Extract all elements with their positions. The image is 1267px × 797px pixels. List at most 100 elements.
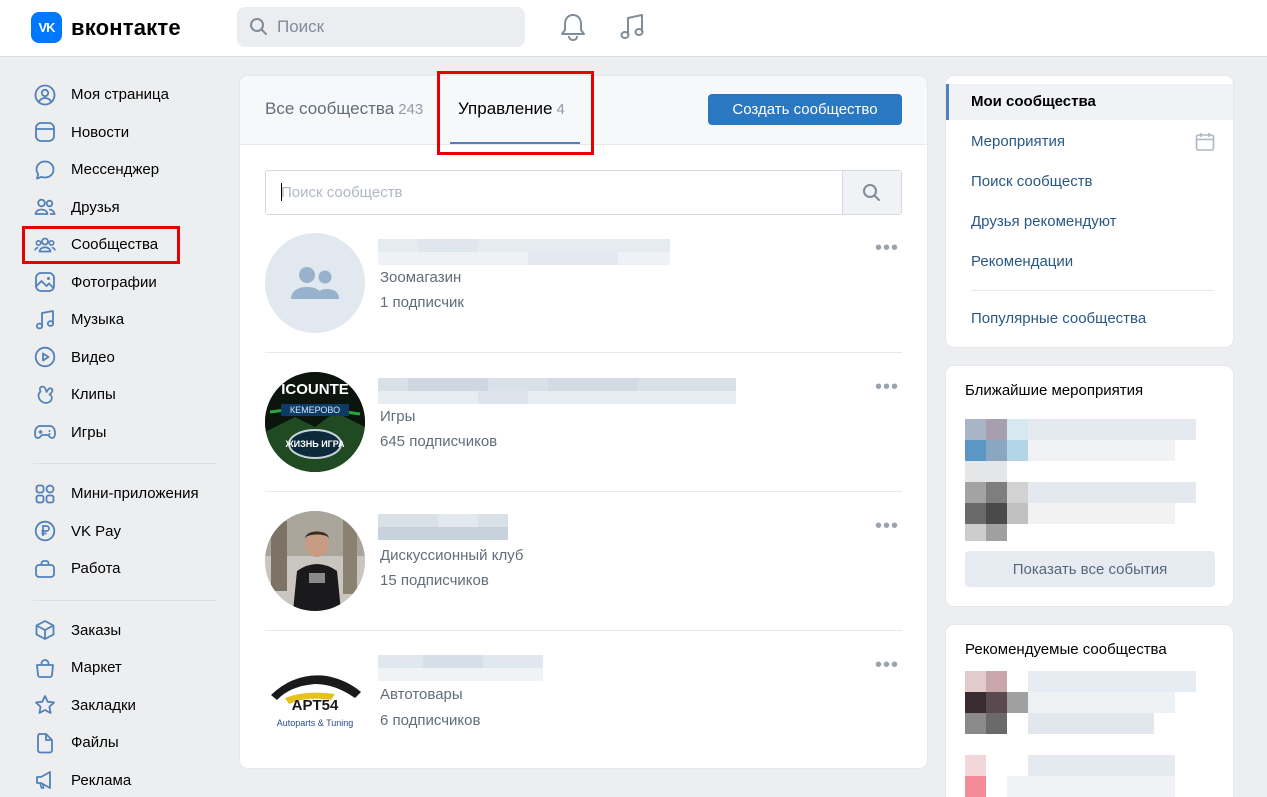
top-bar: VK вконтакте Поиск bbox=[0, 0, 1267, 57]
nav-item-ads[interactable]: Реклама bbox=[23, 762, 223, 797]
nav-label-games: Игры bbox=[71, 423, 107, 441]
community-avatar-discussion[interactable] bbox=[265, 511, 365, 611]
car-logo-icon: APT54 Autoparts & Tuning bbox=[271, 675, 361, 728]
more-actions-icon[interactable]: ••• bbox=[875, 238, 899, 258]
clips-icon bbox=[33, 383, 57, 407]
nav-item-orders[interactable]: Заказы bbox=[23, 612, 223, 650]
file-icon bbox=[33, 731, 57, 755]
tab-all-communities[interactable]: Все сообщества 243 bbox=[265, 99, 423, 119]
side-menu-events[interactable]: Мероприятия bbox=[971, 133, 1065, 150]
newsfeed-icon bbox=[33, 120, 57, 144]
nav-item-games[interactable]: Игры bbox=[23, 414, 223, 452]
photo-icon bbox=[33, 270, 57, 294]
nav-item-work[interactable]: Работа bbox=[23, 550, 223, 588]
nav-label-my-page: Моя страница bbox=[71, 86, 169, 104]
events-list-blurred[interactable] bbox=[965, 419, 1217, 541]
nav-item-video[interactable]: Видео bbox=[23, 339, 223, 377]
vkpay-icon bbox=[33, 519, 57, 543]
nav-item-clips[interactable]: Клипы bbox=[23, 376, 223, 414]
calendar-icon[interactable] bbox=[1195, 132, 1215, 156]
nav-item-files[interactable]: Файлы bbox=[23, 724, 223, 762]
global-search-placeholder: Поиск bbox=[277, 17, 325, 36]
nav-label-music: Музыка bbox=[71, 311, 125, 329]
upcoming-events-title: Ближайшие мероприятия bbox=[965, 382, 1144, 399]
games-logo-bottom-text: ЖИЗНЬ ИГРА bbox=[285, 439, 345, 449]
autoparts-logo-tagline: Autoparts & Tuning bbox=[277, 718, 354, 728]
nav-label-clips: Клипы bbox=[71, 386, 116, 404]
more-actions-icon[interactable]: ••• bbox=[875, 516, 899, 536]
friends-icon bbox=[33, 195, 57, 219]
nav-label-market: Маркет bbox=[71, 659, 122, 677]
nav-item-music[interactable]: Музыка bbox=[23, 301, 223, 339]
row-divider bbox=[265, 491, 902, 492]
nav-label-friends: Друзья bbox=[71, 198, 120, 216]
communities-side-menu: Мои сообщества Мероприятия Поиск сообщес… bbox=[946, 76, 1233, 347]
side-menu-divider bbox=[971, 290, 1214, 291]
nav-label-orders: Заказы bbox=[71, 621, 122, 639]
nav-label-files: Файлы bbox=[71, 734, 119, 752]
games-logo-city-text: КЕМЕРОВО bbox=[290, 405, 340, 415]
nav-divider bbox=[33, 463, 217, 464]
communities-panel: Все сообщества 243 Управление 4 Создать со… bbox=[240, 71, 927, 768]
nav-item-news[interactable]: Новости bbox=[23, 114, 223, 152]
show-all-events-button[interactable]: Показать все события bbox=[965, 551, 1215, 587]
row-divider bbox=[265, 352, 902, 353]
side-menu-friends-recommend[interactable]: Друзья рекомендуют bbox=[971, 213, 1117, 230]
more-actions-icon[interactable]: ••• bbox=[875, 655, 899, 675]
games-logo-top-text: ICOUNTE bbox=[281, 381, 349, 398]
games-club-logo-icon: ICOUNTE КЕМЕРОВО ЖИЗНЬ ИГРА bbox=[265, 372, 365, 472]
community-search-field[interactable]: Поиск сообществ bbox=[265, 170, 902, 215]
community-subscribers: 1 подписчик bbox=[380, 294, 464, 311]
community-category: Автотовары bbox=[380, 686, 463, 703]
nav-item-messenger[interactable]: Мессенджер bbox=[23, 151, 223, 189]
music-player-icon[interactable] bbox=[617, 12, 647, 46]
side-menu-recommendations[interactable]: Рекомендации bbox=[971, 253, 1073, 270]
nav-item-my-page[interactable]: Моя страница bbox=[23, 76, 223, 114]
nav-item-photos[interactable]: Фотографии bbox=[23, 264, 223, 302]
more-actions-icon[interactable]: ••• bbox=[875, 377, 899, 397]
community-avatar-placeholder[interactable] bbox=[265, 233, 365, 333]
ads-icon bbox=[33, 768, 57, 792]
recommended-communities-title: Рекомендуемые сообщества bbox=[965, 641, 1167, 658]
management-tab-highlight-box bbox=[437, 71, 594, 155]
work-icon bbox=[33, 557, 57, 581]
nav-label-messenger: Мессенджер bbox=[71, 161, 160, 179]
side-menu-popular-communities[interactable]: Популярные сообщества bbox=[971, 310, 1146, 327]
gamepad-icon bbox=[33, 420, 57, 444]
video-icon bbox=[33, 345, 57, 369]
community-avatar-games[interactable]: ICOUNTE КЕМЕРОВО ЖИЗНЬ ИГРА bbox=[265, 372, 365, 472]
community-subscribers: 645 подписчиков bbox=[380, 433, 498, 450]
community-avatar-autoparts[interactable]: APT54 Autoparts & Tuning bbox=[265, 650, 365, 750]
community-name-blurred[interactable] bbox=[378, 514, 508, 540]
search-icon bbox=[250, 18, 267, 35]
notifications-bell-icon[interactable] bbox=[559, 12, 587, 46]
nav-label-work: Работа bbox=[71, 560, 121, 578]
nav-label-news: Новости bbox=[71, 123, 130, 141]
community-search-button[interactable] bbox=[842, 171, 901, 214]
upcoming-events-box: Ближайшие мероприятия Показать все событ… bbox=[946, 366, 1233, 606]
nav-label-mini-apps: Мини-приложения bbox=[71, 485, 199, 503]
side-menu-my-communities[interactable]: Мои сообщества bbox=[971, 93, 1096, 110]
mini-apps-icon bbox=[33, 482, 57, 506]
message-icon bbox=[33, 158, 57, 182]
nav-item-vkpay[interactable]: VK Pay bbox=[23, 513, 223, 551]
create-community-button[interactable]: Создать сообщество bbox=[708, 94, 902, 125]
community-name-blurred[interactable] bbox=[378, 655, 543, 681]
community-name-blurred[interactable] bbox=[378, 378, 736, 404]
community-search-placeholder: Поиск сообществ bbox=[281, 184, 403, 201]
nav-item-bookmarks[interactable]: Закладки bbox=[23, 687, 223, 725]
community-subscribers: 6 подписчиков bbox=[380, 712, 481, 729]
orders-icon bbox=[33, 618, 57, 642]
side-menu-search-communities[interactable]: Поиск сообществ bbox=[971, 173, 1093, 190]
community-row[interactable]: APT54 Autoparts & Tuning Автотовары 6 по… bbox=[265, 650, 902, 789]
community-name-blurred[interactable] bbox=[378, 239, 670, 265]
community-category: Дискуссионный клуб bbox=[380, 547, 524, 564]
nav-label-bookmarks: Закладки bbox=[71, 696, 136, 714]
nav-label-vkpay: VK Pay bbox=[71, 522, 122, 540]
global-search-input[interactable]: Поиск bbox=[237, 7, 525, 47]
nav-item-market[interactable]: Маркет bbox=[23, 649, 223, 687]
nav-item-friends[interactable]: Друзья bbox=[23, 189, 223, 227]
nav-item-mini-apps[interactable]: Мини-приложения bbox=[23, 475, 223, 513]
vk-logo[interactable]: VK вконтакте bbox=[31, 12, 181, 43]
recommended-list-blurred[interactable] bbox=[965, 671, 1217, 797]
